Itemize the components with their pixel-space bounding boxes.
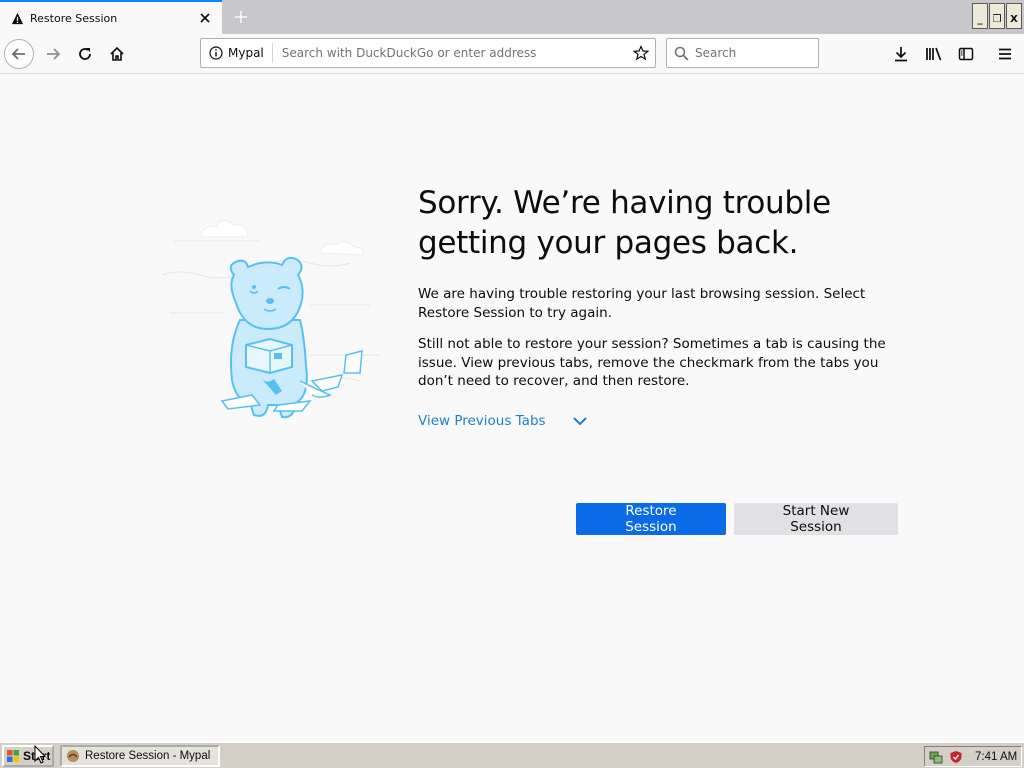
close-tab-icon[interactable]	[194, 7, 216, 29]
action-buttons: Restore Session Start New Session	[576, 503, 898, 535]
back-button[interactable]	[4, 39, 34, 69]
window-controls: _ ❐ X	[971, 3, 1022, 29]
back-arrow-icon	[11, 48, 25, 60]
sad-bear-illustration	[150, 205, 390, 445]
address-input[interactable]	[272, 46, 627, 60]
home-icon	[110, 46, 124, 61]
downloads-button[interactable]	[886, 39, 916, 69]
sidebar-button[interactable]	[951, 39, 981, 69]
tab-restore-session[interactable]: Restore Session	[0, 0, 222, 34]
page-content: Sorry. We’re having trouble getting your…	[0, 75, 1024, 741]
library-button[interactable]	[919, 39, 949, 69]
taskbar: Start Restore Session - Mypal 7:41 AM	[0, 741, 1024, 768]
mypal-app-icon	[67, 749, 79, 762]
hamburger-menu-icon	[999, 48, 1011, 60]
reload-button[interactable]	[70, 39, 100, 69]
error-text-block: Sorry. We’re having trouble getting your…	[418, 183, 908, 429]
view-previous-tabs-label: View Previous Tabs	[418, 412, 546, 429]
sidebar-icon	[958, 47, 974, 61]
nav-bar: Mypal	[0, 34, 1024, 74]
identity-label: Mypal	[228, 46, 264, 60]
download-icon	[895, 47, 907, 62]
search-input[interactable]	[689, 46, 818, 60]
network-icon[interactable]	[929, 750, 943, 764]
home-button[interactable]	[102, 39, 132, 69]
site-identity[interactable]: Mypal	[201, 43, 273, 63]
chevron-down-icon	[572, 415, 588, 427]
menu-button[interactable]	[990, 39, 1020, 69]
close-button[interactable]: X	[1006, 3, 1022, 29]
bookmark-star-icon[interactable]	[627, 39, 655, 67]
info-icon	[209, 46, 223, 60]
warning-icon	[10, 11, 24, 25]
shield-icon[interactable]	[949, 750, 963, 764]
search-icon	[674, 46, 689, 61]
forward-button[interactable]	[38, 39, 68, 69]
restore-button[interactable]: ❐	[989, 3, 1005, 29]
title-line-1: Sorry. We’re having trouble	[418, 185, 831, 221]
taskbar-item-mypal[interactable]: Restore Session - Mypal	[60, 744, 220, 767]
start-button[interactable]: Start	[2, 744, 54, 767]
windows-logo-icon	[7, 749, 19, 762]
clock: 7:41 AM	[975, 750, 1018, 763]
restore-session-button[interactable]: Restore Session	[576, 503, 726, 535]
error-description: We are having trouble restoring your las…	[418, 286, 866, 321]
search-bar[interactable]	[666, 38, 819, 68]
start-new-session-button[interactable]: Start New Session	[734, 503, 898, 535]
library-icon	[926, 47, 942, 61]
page-title: Sorry. We’re having trouble getting your…	[418, 183, 908, 263]
url-bar[interactable]: Mypal	[200, 38, 656, 68]
tab-strip: Restore Session _ ❐ X	[0, 0, 1024, 34]
system-tray: 7:41 AM	[924, 746, 1022, 767]
mouse-cursor-icon	[34, 745, 46, 764]
minimize-button[interactable]: _	[972, 3, 988, 29]
new-tab-button[interactable]	[228, 4, 254, 30]
error-suggestion: Still not able to restore your session? …	[418, 336, 886, 389]
reload-icon	[79, 48, 91, 60]
view-previous-tabs-toggle[interactable]: View Previous Tabs	[418, 413, 908, 429]
title-line-2: getting your pages back.	[418, 225, 799, 261]
taskbar-item-label: Restore Session - Mypal	[85, 749, 211, 762]
forward-arrow-icon	[47, 48, 61, 60]
tab-title: Restore Session	[30, 11, 118, 25]
plus-icon	[235, 11, 247, 23]
